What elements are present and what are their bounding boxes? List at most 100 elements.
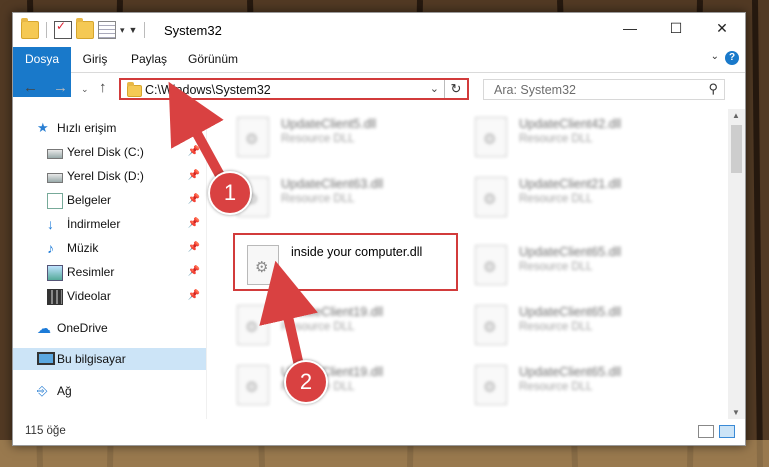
nav-item-quick-access[interactable]: ★ Hızlı erişim	[13, 117, 206, 139]
nav-item-music[interactable]: ♪ Müzik 📌	[13, 237, 206, 259]
cloud-icon: ☁	[37, 320, 51, 336]
nav-item-videos[interactable]: Videolar 📌	[13, 285, 206, 307]
step-1-badge: 1	[208, 171, 252, 215]
nav-item-local-disk-d[interactable]: Yerel Disk (D:) 📌	[13, 165, 206, 187]
toolbar-divider	[46, 22, 47, 38]
back-arrow-icon[interactable]: ←	[23, 79, 38, 96]
dll-file-icon	[475, 245, 507, 285]
file-type: Resource DLL	[281, 133, 355, 145]
nav-item-label: Ağ	[57, 384, 72, 398]
forward-arrow-icon[interactable]: →	[53, 79, 68, 96]
nav-item-label: Müzik	[67, 241, 99, 255]
vertical-scrollbar[interactable]: ▲ ▼	[728, 109, 745, 419]
search-icon[interactable]: ⚲	[708, 81, 718, 97]
scroll-thumb[interactable]	[731, 125, 742, 173]
maximize-icon[interactable]: ☐	[653, 13, 699, 43]
chevron-down-icon[interactable]: ⌄	[430, 82, 439, 95]
view-switcher	[698, 425, 735, 438]
file-item[interactable]: UpdateClient19.dll Resource DLL	[223, 357, 453, 407]
scroll-down-icon[interactable]: ▼	[732, 408, 740, 417]
window-controls: — ☐ ✕	[607, 13, 745, 43]
file-item[interactable]: UpdateClient21.dll Resource DLL	[461, 169, 691, 219]
quick-access-toolbar: ▾ ▼	[21, 18, 148, 39]
large-icons-view-icon[interactable]	[719, 425, 735, 438]
details-view-icon[interactable]	[698, 425, 714, 438]
file-item[interactable]: UpdateClient19.dll Resource DLL	[223, 297, 453, 347]
recent-locations-chevron-icon[interactable]: ⌄	[81, 84, 89, 95]
nav-item-pictures[interactable]: Resimler 📌	[13, 261, 206, 283]
tab-share[interactable]: Paylaş	[123, 47, 175, 72]
file-type: Resource DLL	[281, 193, 355, 205]
address-path[interactable]: C:\Windows\System32	[145, 83, 271, 97]
refresh-icon[interactable]: ↻	[444, 80, 467, 98]
pin-icon[interactable]: 📌	[188, 165, 200, 187]
properties-icon[interactable]	[98, 21, 116, 39]
ribbon-tabs: Dosya Giriş Paylaş Görünüm ⌄ ?	[13, 47, 745, 97]
nav-item-label: Hızlı erişim	[57, 121, 117, 135]
toolbar-divider	[144, 22, 146, 38]
nav-item-network[interactable]: ⎆ Ağ	[13, 380, 206, 402]
documents-icon	[47, 193, 63, 209]
file-type: Resource DLL	[519, 133, 593, 145]
up-arrow-icon[interactable]: ↑	[99, 79, 107, 96]
file-type: Resource DLL	[519, 321, 593, 333]
network-icon: ⎆	[37, 383, 48, 398]
item-count: 115 öğe	[25, 425, 66, 437]
file-name: UpdateClient19.dll	[281, 305, 384, 319]
file-explorer-window: ▾ ▼ System32 — ☐ ✕ Dosya Giriş Paylaş Gö…	[12, 12, 746, 446]
file-item[interactable]: UpdateClient65.dll Resource DLL	[461, 357, 691, 407]
navigation-bar: ← → ⌄ ↑ C:\Windows\System32 ⌄ ↻ Ara: Sys…	[13, 73, 745, 105]
file-item[interactable]: UpdateClient65.dll Resource DLL	[461, 297, 691, 347]
pin-icon[interactable]: 📌	[188, 141, 200, 163]
nav-item-label: Belgeler	[67, 193, 112, 207]
step-2-badge: 2	[284, 360, 328, 404]
music-icon: ♪	[47, 240, 54, 256]
file-type: Resource DLL	[519, 381, 593, 393]
nav-item-local-disk-c[interactable]: Yerel Disk (C:) 📌	[13, 141, 206, 163]
file-name: UpdateClient42.dll	[519, 117, 622, 131]
pin-icon[interactable]: 📌	[188, 285, 200, 307]
nav-item-downloads[interactable]: ↓ İndirmeler 📌	[13, 213, 206, 235]
file-name: UpdateClient21.dll	[519, 177, 622, 191]
minimize-icon[interactable]: —	[607, 13, 653, 43]
nav-item-this-pc[interactable]: Bu bilgisayar	[13, 348, 206, 370]
videos-icon	[47, 289, 63, 305]
tab-home[interactable]: Giriş	[71, 47, 119, 72]
properties-check-icon[interactable]	[54, 19, 72, 39]
nav-item-onedrive[interactable]: ☁ OneDrive	[13, 317, 206, 339]
address-bar[interactable]: C:\Windows\System32 ⌄ ↻	[119, 78, 469, 100]
nav-item-label: İndirmeler	[67, 217, 121, 231]
file-type: Resource DLL	[519, 261, 593, 273]
chevron-down-icon[interactable]: ▾	[120, 25, 125, 36]
pin-icon[interactable]: 📌	[188, 189, 200, 211]
file-item[interactable]: UpdateClient65.dll Resource DLL	[461, 237, 691, 287]
nav-item-label: OneDrive	[57, 321, 108, 335]
search-input[interactable]: Ara: System32 ⚲	[483, 79, 725, 100]
file-type: Resource DLL	[281, 321, 355, 333]
pin-icon[interactable]: 📌	[188, 237, 200, 259]
dll-file-icon	[475, 365, 507, 405]
scroll-up-icon[interactable]: ▲	[732, 111, 740, 120]
close-icon[interactable]: ✕	[699, 13, 745, 43]
tab-view[interactable]: Görünüm	[179, 47, 247, 72]
file-item[interactable]: UpdateClient63.dll Resource DLL	[223, 169, 453, 219]
title-bar: ▾ ▼ System32 — ☐ ✕	[13, 13, 745, 47]
pin-icon[interactable]: 📌	[188, 213, 200, 235]
download-icon: ↓	[47, 216, 54, 232]
navigation-pane: ★ Hızlı erişim Yerel Disk (C:) 📌 Yerel D…	[13, 109, 207, 419]
dll-file-icon	[237, 117, 269, 157]
file-item[interactable]: UpdateClient5.dll Resource DLL	[223, 109, 453, 159]
search-placeholder: Ara: System32	[494, 83, 576, 97]
pictures-icon	[47, 265, 63, 281]
file-name: UpdateClient5.dll	[281, 117, 377, 131]
dll-file-icon	[475, 305, 507, 345]
dll-file-icon	[475, 177, 507, 217]
file-item[interactable]: UpdateClient42.dll Resource DLL	[461, 109, 691, 159]
help-icon[interactable]: ?	[725, 51, 739, 65]
pin-icon[interactable]: 📌	[188, 261, 200, 283]
folder-icon[interactable]	[21, 18, 39, 39]
customize-toolbar-icon[interactable]: ▼	[129, 25, 138, 35]
nav-item-documents[interactable]: Belgeler 📌	[13, 189, 206, 211]
expand-ribbon-icon[interactable]: ⌄	[711, 51, 719, 62]
new-folder-icon[interactable]	[76, 18, 94, 39]
